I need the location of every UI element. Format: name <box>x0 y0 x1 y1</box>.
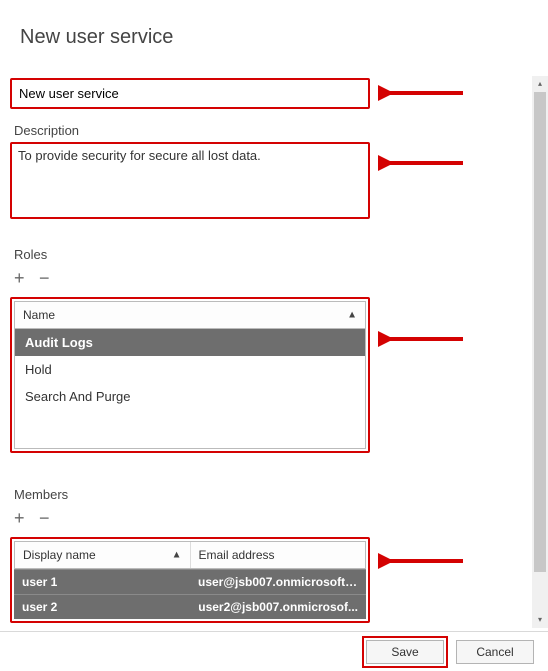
form-content: Description Roles + − Name ▲ Audit Logs … <box>10 72 538 631</box>
roles-label: Roles <box>14 247 530 262</box>
members-header-display[interactable]: Display name ▲ <box>15 542 191 568</box>
roles-remove-icon[interactable]: − <box>39 268 59 289</box>
scrollbar-up-icon[interactable]: ▴ <box>532 76 548 92</box>
roles-list: Audit Logs Hold Search And Purge <box>14 329 366 449</box>
roles-header: Name ▲ <box>14 301 366 329</box>
scrollbar-thumb[interactable] <box>534 92 546 572</box>
save-highlight: Save <box>362 636 448 668</box>
members-highlight: Display name ▲ Email address user 1 user… <box>10 537 370 623</box>
member-row[interactable]: user 1 user@jsb007.onmicrosoft.... <box>14 569 366 594</box>
roles-highlight: Name ▲ Audit Logs Hold Search And Purge <box>10 297 370 453</box>
members-header-display-text: Display name <box>23 548 96 562</box>
member-name: user 2 <box>14 595 190 619</box>
roles-plusminus: + − <box>14 268 530 289</box>
name-field-highlight <box>10 78 370 109</box>
role-item[interactable]: Audit Logs <box>15 329 365 356</box>
sort-up-icon: ▲ <box>347 310 357 321</box>
cancel-button[interactable]: Cancel <box>456 640 534 664</box>
role-item[interactable]: Hold <box>15 356 365 383</box>
member-email: user@jsb007.onmicrosoft.... <box>190 570 366 594</box>
member-name: user 1 <box>14 570 190 594</box>
members-header-email-text: Email address <box>199 548 275 562</box>
members-add-icon[interactable]: + <box>14 508 34 529</box>
role-item[interactable]: Search And Purge <box>15 383 365 410</box>
member-email: user2@jsb007.onmicrosof... <box>190 595 366 619</box>
members-plusminus: + − <box>14 508 530 529</box>
sort-up-icon: ▲ <box>172 550 182 561</box>
roles-add-icon[interactable]: + <box>14 268 34 289</box>
scrollbar-down-icon[interactable]: ▾ <box>532 612 548 628</box>
save-button[interactable]: Save <box>366 640 444 664</box>
roles-header-name-text: Name <box>23 308 55 322</box>
description-label: Description <box>14 123 530 138</box>
members-list: user 1 user@jsb007.onmicrosoft.... user … <box>14 569 366 619</box>
members-label: Members <box>14 487 530 502</box>
member-row[interactable]: user 2 user2@jsb007.onmicrosof... <box>14 594 366 619</box>
roles-header-name[interactable]: Name ▲ <box>15 302 365 328</box>
page-title: New user service <box>0 0 548 49</box>
members-header: Display name ▲ Email address <box>14 541 366 569</box>
description-input[interactable] <box>16 148 364 210</box>
description-highlight <box>10 142 370 219</box>
members-header-email[interactable]: Email address <box>191 542 366 568</box>
scrollbar[interactable]: ▴ ▾ <box>532 76 548 628</box>
name-input[interactable] <box>15 83 365 104</box>
members-remove-icon[interactable]: − <box>39 508 59 529</box>
footer: Save Cancel <box>0 631 548 671</box>
